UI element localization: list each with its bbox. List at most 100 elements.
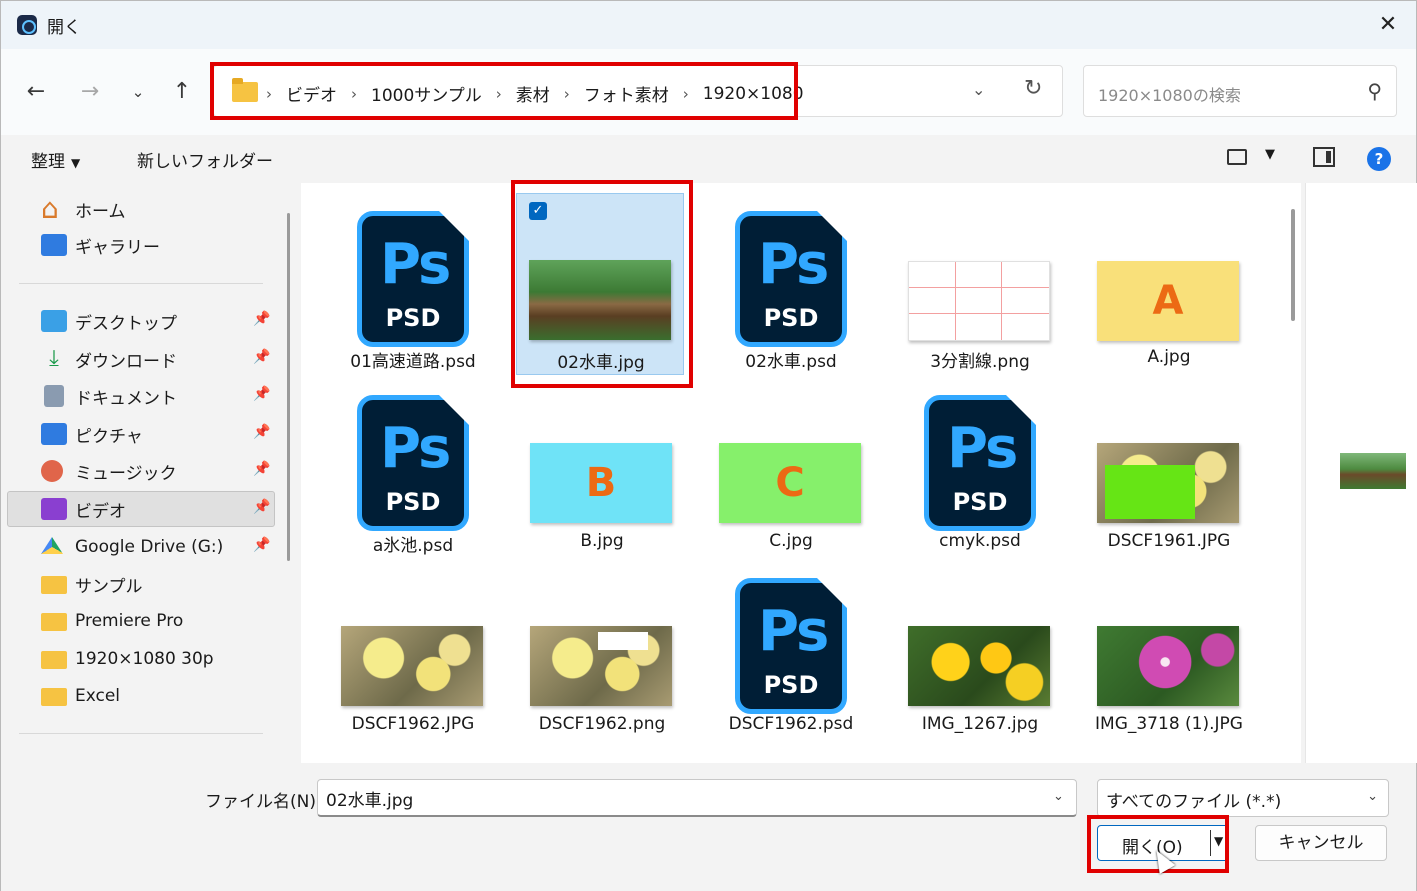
file-item[interactable]: Ps PSD 01高速道路.psd: [319, 193, 507, 375]
photoshop-file-icon: Ps PSD: [357, 211, 469, 347]
open-file-dialog: 開く ✕ ← → ⌄ ↑ › ビデオ › 1000サンプル › 素材 › フォト…: [0, 0, 1417, 891]
search-icon[interactable]: ⚲: [1367, 79, 1382, 103]
file-item[interactable]: DSCF1962.JPG: [319, 560, 507, 742]
file-item[interactable]: IMG_3718 (1).JPG: [1075, 560, 1263, 742]
cancel-button[interactable]: キャンセル: [1255, 825, 1387, 861]
file-item[interactable]: A A.jpg: [1075, 193, 1263, 375]
forward-button[interactable]: →: [73, 77, 107, 107]
video-icon: [41, 498, 67, 520]
sidebar-item-folder[interactable]: サンプル: [41, 568, 143, 600]
sidebar-item-label: Google Drive (G:): [75, 537, 224, 557]
chevron-down-icon[interactable]: ⌄: [972, 80, 985, 99]
address-bar[interactable]: › ビデオ › 1000サンプル › 素材 › フォト素材 › 1920×108…: [213, 65, 1063, 117]
file-name: 01高速道路.psd: [350, 352, 476, 372]
folder-icon: [41, 688, 67, 706]
checkbox-checked-icon[interactable]: ✓: [529, 202, 547, 220]
download-icon: ⤓: [49, 346, 59, 371]
sidebar-item-folder[interactable]: Excel: [41, 680, 120, 712]
sidebar-item-home[interactable]: ホーム: [41, 192, 126, 225]
pin-icon[interactable]: 📌: [253, 461, 270, 477]
file-name: a氷池.psd: [372, 536, 454, 556]
preview-pane-icon[interactable]: [1313, 147, 1335, 167]
sidebar-item-downloads[interactable]: ⤓ ダウンロード: [41, 343, 177, 375]
image-thumbnail: [908, 626, 1050, 706]
file-name: 02水車.jpg: [557, 353, 645, 373]
file-name: B.jpg: [580, 531, 624, 551]
chevron-down-icon[interactable]: ⌄: [1053, 789, 1064, 804]
file-item[interactable]: B B.jpg: [508, 377, 696, 559]
sidebar-item-folder[interactable]: Premiere Pro: [41, 605, 183, 637]
sidebar-item-label: ミュージック: [75, 463, 177, 484]
sidebar-item-label: ホーム: [75, 201, 126, 222]
caret-down-icon[interactable]: ▼: [1265, 147, 1275, 162]
file-item[interactable]: Ps PSD DSCF1962.psd: [697, 560, 885, 742]
new-folder-button[interactable]: 新しいフォルダー: [137, 147, 273, 172]
breadcrumb-item[interactable]: フォト素材: [584, 81, 669, 106]
back-button[interactable]: ←: [19, 77, 53, 107]
pin-icon[interactable]: 📌: [253, 311, 270, 327]
sidebar-item-pictures[interactable]: ピクチャ: [41, 418, 143, 450]
navigation-pane: ホーム ギャラリー デスクトップ 📌 ⤓ ダウンロード 📌 ドキュメント 📌 ピ…: [1, 183, 299, 763]
dialog-footer: ファイル名(N): 02水車.jpg ⌄ すべてのファイル (*.*) ⌄ 開く…: [1, 763, 1416, 891]
breadcrumb: › ビデオ › 1000サンプル › 素材 › フォト素材 › 1920×108…: [266, 81, 804, 107]
home-icon: [41, 192, 67, 225]
sidebar-item-google-drive[interactable]: Google Drive (G:): [41, 531, 223, 563]
file-list-scrollbar[interactable]: [1291, 209, 1295, 321]
folder-icon: [232, 78, 258, 102]
file-name: 3分割線.png: [930, 352, 1030, 372]
sidebar-scrollbar[interactable]: [287, 213, 290, 561]
recent-locations-button[interactable]: ⌄: [121, 77, 155, 107]
breadcrumb-item[interactable]: 素材: [516, 81, 550, 106]
image-thumbnail: [530, 626, 672, 706]
window-title: 開く: [47, 18, 81, 38]
file-item[interactable]: DSCF1961.JPG: [1075, 377, 1263, 559]
file-item[interactable]: Ps PSD a氷池.psd: [319, 377, 507, 559]
image-thumbnail: C: [719, 443, 861, 523]
refresh-icon[interactable]: ↻: [1024, 76, 1042, 101]
sidebar-item-desktop[interactable]: デスクトップ: [41, 305, 177, 337]
pin-icon[interactable]: 📌: [253, 386, 270, 402]
up-button[interactable]: ↑: [165, 77, 199, 107]
file-item[interactable]: IMG_1267.jpg: [886, 560, 1074, 742]
file-item-selected[interactable]: ✓ 02水車.jpg: [516, 193, 684, 375]
filename-input[interactable]: 02水車.jpg: [317, 779, 1077, 817]
sidebar-item-gallery[interactable]: ギャラリー: [41, 229, 160, 261]
sidebar-item-folder[interactable]: 1920×1080 30p: [41, 643, 214, 675]
command-bar: 整理 ▼ 新しいフォルダー ▼ ?: [1, 135, 1416, 183]
filename-label: ファイル名(N):: [205, 792, 322, 812]
photoshop-file-icon: Ps PSD: [924, 395, 1036, 531]
help-icon[interactable]: ?: [1367, 147, 1391, 171]
caret-down-icon[interactable]: ▼: [1214, 834, 1223, 848]
gallery-icon: [41, 234, 67, 256]
image-thumbnail: A: [1097, 261, 1239, 341]
pin-icon[interactable]: 📌: [253, 537, 270, 553]
pin-icon[interactable]: 📌: [253, 349, 270, 365]
sidebar-item-label: ギャラリー: [75, 237, 160, 258]
search-input[interactable]: 1920×1080の検索 ⚲: [1083, 65, 1397, 117]
sidebar-item-label: ビデオ: [75, 501, 126, 522]
sidebar-item-music[interactable]: ミュージック: [41, 455, 177, 487]
sidebar-item-video[interactable]: ビデオ: [41, 493, 126, 525]
file-item[interactable]: 3分割線.png: [886, 193, 1074, 375]
file-name: DSCF1962.png: [538, 714, 666, 734]
preview-image: [1340, 453, 1406, 489]
file-type-select[interactable]: すべてのファイル (*.*) ⌄: [1097, 779, 1389, 817]
file-item[interactable]: DSCF1962.png: [508, 560, 696, 742]
folder-icon: [41, 613, 67, 631]
file-item[interactable]: C C.jpg: [697, 377, 885, 559]
image-thumbnail: [341, 626, 483, 706]
folder-icon: [41, 651, 67, 669]
close-button[interactable]: ✕: [1370, 9, 1406, 41]
image-thumbnail: [529, 260, 671, 340]
breadcrumb-item[interactable]: 1920×1080: [703, 84, 804, 104]
folder-icon: [41, 576, 67, 594]
file-item[interactable]: Ps PSD cmyk.psd: [886, 377, 1074, 559]
pin-icon[interactable]: 📌: [253, 499, 270, 515]
file-item[interactable]: Ps PSD 02水車.psd: [697, 193, 885, 375]
pin-icon[interactable]: 📌: [253, 424, 270, 440]
view-options-icon[interactable]: [1227, 149, 1247, 165]
sidebar-item-documents[interactable]: ドキュメント: [41, 380, 177, 412]
breadcrumb-item[interactable]: ビデオ: [286, 81, 337, 106]
breadcrumb-item[interactable]: 1000サンプル: [371, 81, 482, 106]
organize-button[interactable]: 整理 ▼: [31, 147, 80, 172]
